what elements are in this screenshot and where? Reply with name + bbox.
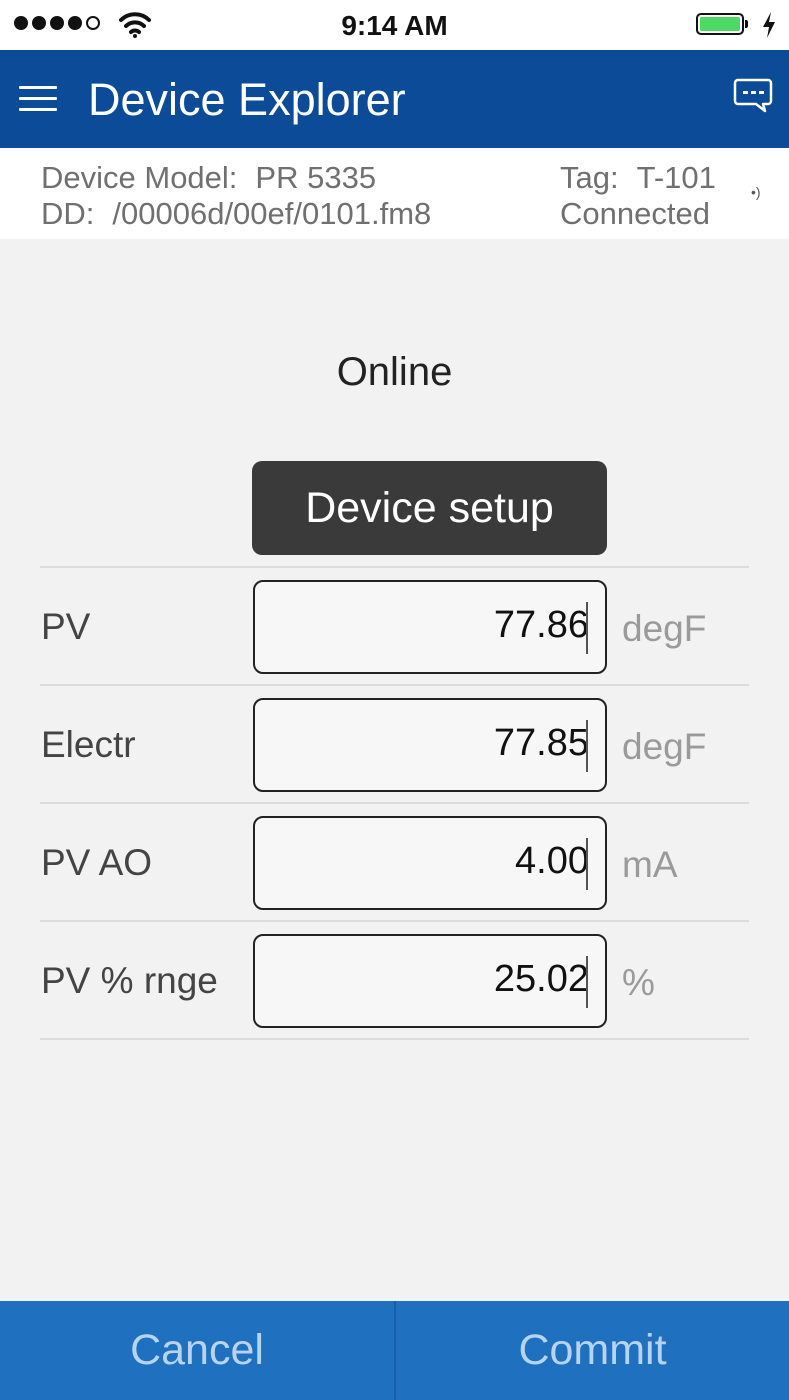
status-time: 9:14 AM [341, 10, 448, 41]
chat-bubble-icon[interactable] [733, 78, 773, 114]
dd-label: DD: [41, 196, 95, 231]
text-caret [586, 602, 588, 654]
device-setup-button[interactable]: Device setup [252, 461, 607, 555]
tag-row: Tag: T-101 [560, 160, 716, 196]
pv-range-label: PV % rnge [41, 960, 218, 1001]
battery-level-fill [700, 17, 740, 31]
pv-range-field[interactable]: 25.02 [253, 934, 607, 1028]
device-model-label: Device Model: [41, 160, 238, 195]
pv-ao-value: 4.00 [515, 840, 589, 882]
divider [40, 566, 749, 568]
page-title: Device Explorer [88, 74, 406, 125]
pv-unit: degF [622, 608, 707, 649]
status-bar: 9:14 AM [0, 0, 789, 50]
pv-ao-label: PV AO [41, 842, 153, 883]
text-caret [586, 838, 588, 890]
dd-value: /00006d/00ef/0101.fm8 [112, 196, 432, 231]
divider [40, 802, 749, 804]
pv-ao-unit: mA [622, 844, 678, 885]
commit-button[interactable]: Commit [396, 1301, 789, 1400]
pv-label: PV [41, 606, 91, 647]
divider [40, 1038, 749, 1040]
device-info-panel: Device Model: PR 5335 DD: /00006d/00ef/010… [0, 148, 789, 239]
pv-value: 77.86 [493, 604, 589, 646]
pv-field[interactable]: 77.86 [253, 580, 607, 674]
device-model-row: Device Model: PR 5335 [41, 160, 376, 196]
device-model-value: PR 5335 [255, 160, 377, 195]
electr-field[interactable]: 77.85 [253, 698, 607, 792]
charging-bolt-icon [763, 12, 775, 38]
pv-range-value: 25.02 [493, 958, 589, 1000]
dd-row: DD: /00006d/00ef/0101.fm8 [41, 196, 431, 232]
divider [40, 920, 749, 922]
connection-status: Connected [560, 196, 710, 231]
signal-wave-icon: •) [751, 184, 761, 200]
pv-ao-field[interactable]: 4.00 [253, 816, 607, 910]
electr-value: 77.85 [493, 722, 589, 764]
text-caret [586, 720, 588, 772]
action-bar: Cancel Commit [0, 1301, 789, 1400]
online-heading: Online [336, 350, 453, 394]
cancel-button[interactable]: Cancel [0, 1301, 394, 1400]
header-bar: Device Explorer [0, 50, 789, 148]
tag-label: Tag: [560, 160, 619, 195]
electr-unit: degF [622, 726, 707, 767]
divider [40, 684, 749, 686]
hamburger-menu-icon[interactable] [19, 83, 57, 113]
tag-value: T-101 [636, 160, 716, 195]
battery-icon [696, 13, 748, 37]
electr-label: Electr [41, 724, 136, 765]
text-caret [586, 956, 588, 1008]
pv-range-unit: % [622, 962, 655, 1003]
